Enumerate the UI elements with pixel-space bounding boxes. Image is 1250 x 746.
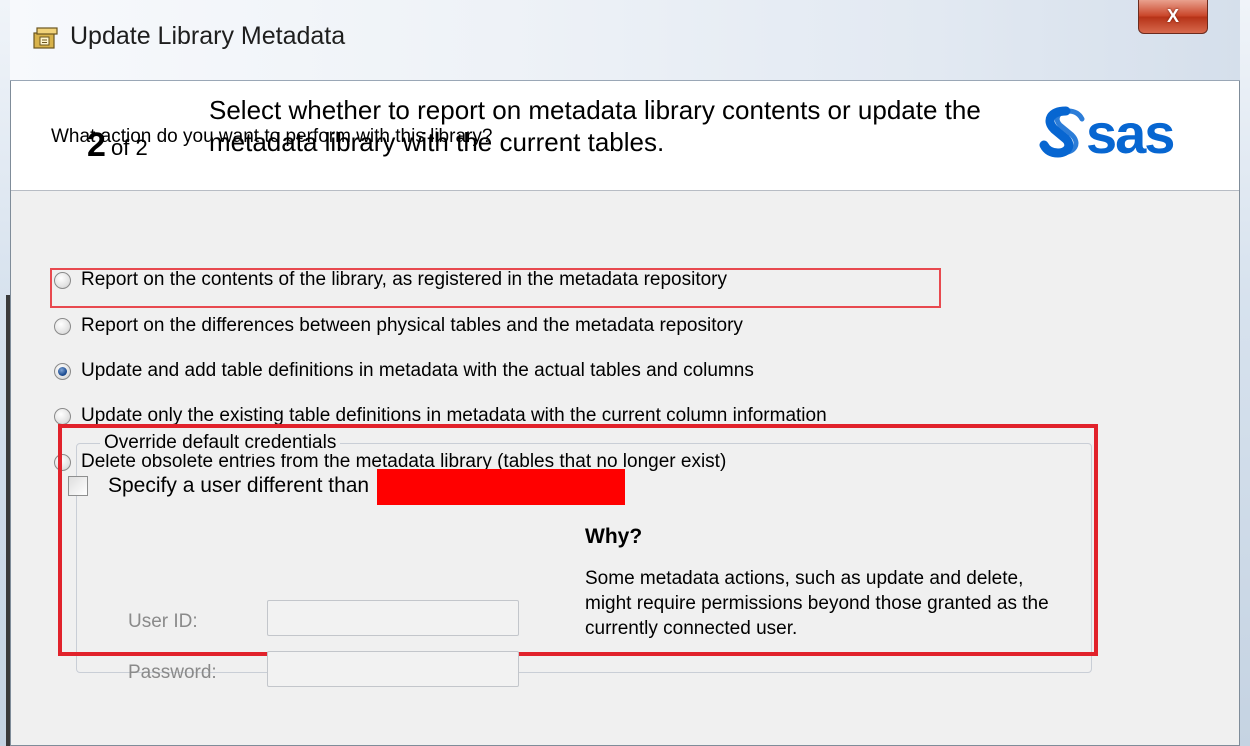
option-update-add[interactable]: Update and add table definitions in meta… [54,356,754,386]
password-input[interactable] [267,651,519,687]
user-id-label: User ID: [128,611,198,632]
window-right-border [1240,0,1250,746]
specify-user-label: Specify a user different than [108,474,370,497]
password-label: Password: [128,662,217,683]
window-title: Update Library Metadata [70,22,346,50]
radio-update-existing[interactable] [54,407,71,425]
specify-user-row[interactable]: Specify a user different than [68,469,626,505]
option-report-contents[interactable]: Report on the contents of the library, a… [54,265,727,295]
option-label: Report on the contents of the library, a… [81,269,727,290]
specify-user-checkbox[interactable] [68,476,88,496]
option-label: Report on the differences between physic… [81,315,743,336]
logo-text: sas [1086,103,1173,161]
close-icon: X [1166,6,1179,26]
radio-report-contents[interactable] [54,271,71,289]
option-report-differences[interactable]: Report on the differences between physic… [54,311,743,341]
action-question: What action do you want to perform with … [51,126,493,147]
close-button[interactable]: X [1138,0,1208,34]
window-left-border [0,0,10,746]
option-label: Update and add table definitions in meta… [81,360,754,381]
redacted-username [377,469,626,505]
user-id-input[interactable] [267,600,519,636]
sas-logo: sas [1039,103,1175,161]
title-bar: Update Library Metadata X [10,0,1240,81]
radio-report-differences[interactable] [54,317,71,335]
why-heading: Why? [585,525,643,548]
radio-update-add[interactable] [54,362,71,380]
why-explanation: Some metadata actions, such as update an… [585,568,1049,639]
library-icon [33,27,58,49]
